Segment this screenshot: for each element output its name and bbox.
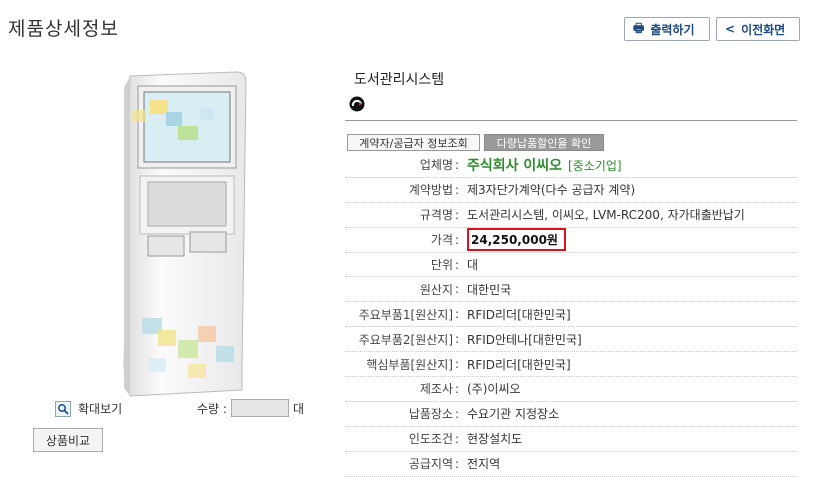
- chevron-left-icon: <: [725, 22, 736, 36]
- detail-row-delivery-place: 납품장소 : 수요기관 지정장소: [345, 402, 797, 427]
- detail-row-contract-method: 계약방법 : 제3자단가계약(다수 공급자 계약): [345, 178, 797, 203]
- detail-row-company: 업체명 : 주식회사 이씨오 [중소기업]: [345, 153, 797, 178]
- detail-label: 주요부품2[원산지]: [358, 332, 453, 347]
- detail-label: 핵심부품[원산지]: [366, 357, 453, 372]
- detail-value: 도서관리시스템, 이씨오, LVM-RC200, 자가대출반납기: [467, 208, 745, 223]
- detail-value: 전지역: [467, 457, 501, 472]
- detail-value: RFID리더[대한민국]: [467, 307, 571, 322]
- company-name: 주식회사 이씨오: [467, 157, 563, 174]
- divider: [345, 120, 797, 121]
- print-button[interactable]: 🖶 출력하기: [624, 17, 710, 41]
- detail-row-part2: 주요부품2[원산지] : RFID안테나[대한민국]: [345, 327, 797, 353]
- quantity-label: 수량 :: [197, 401, 227, 416]
- detail-value: 제3자단가계약(다수 공급자 계약): [467, 183, 636, 198]
- detail-row-supply-region: 공급지역 : 전지역: [345, 452, 797, 477]
- detail-row-core-part: 핵심부품[원산지] : RFID리더[대한민국]: [345, 352, 797, 378]
- detail-value: 대: [467, 258, 479, 272]
- detail-value: RFID안테나[대한민국]: [467, 332, 582, 347]
- detail-label: 납품장소: [408, 407, 453, 422]
- quantity-group: 수량 : 대: [197, 399, 304, 417]
- detail-separator: :: [455, 182, 460, 197]
- quantity-unit: 대: [292, 401, 304, 416]
- print-button-label: 출력하기: [650, 22, 695, 37]
- detail-label: 가격: [430, 233, 453, 248]
- contractor-info-button[interactable]: 계약자/공급자 정보조회: [347, 134, 480, 151]
- detail-value: RFID리더[대한민국]: [467, 357, 571, 372]
- detail-label: 원산지: [419, 282, 453, 297]
- detail-separator: :: [455, 431, 460, 446]
- product-image: [123, 71, 247, 397]
- detail-value: 수요기관 지정장소: [467, 407, 560, 422]
- detail-label: 공급지역: [408, 457, 453, 472]
- detail-separator: :: [455, 332, 460, 347]
- detail-label: 인도조건: [408, 432, 453, 447]
- company-type-tag: [중소기업]: [568, 158, 622, 173]
- detail-label: 제조사: [419, 382, 453, 397]
- page-title: 제품상세정보: [8, 18, 119, 40]
- detail-separator: :: [455, 357, 460, 372]
- detail-value: 대한민국: [467, 282, 512, 297]
- detail-separator: :: [455, 406, 460, 421]
- detail-label: 계약방법: [408, 183, 453, 198]
- detail-row-spec: 규격명 : 도서관리시스템, 이씨오, LVM-RC200, 자가대출반납기: [345, 203, 797, 228]
- detail-separator: :: [455, 381, 460, 396]
- detail-row-price: 가격 : 24,250,000원: [345, 228, 797, 253]
- back-button-label: 이전화면: [741, 22, 786, 37]
- detail-separator: :: [455, 207, 460, 222]
- detail-separator: :: [455, 456, 460, 471]
- detail-row-delivery-cond: 인도조건 : 현장설치도: [345, 427, 797, 452]
- detail-label: 주요부품1[원산지]: [358, 307, 453, 322]
- detail-label: 규격명: [419, 208, 453, 223]
- detail-separator: :: [455, 282, 460, 297]
- detail-row-maker: 제조사 : (주)이씨오: [345, 377, 797, 402]
- zoom-label: 확대보기: [78, 402, 123, 416]
- detail-value: 현장설치도: [467, 432, 523, 447]
- detail-label: 업체명: [419, 158, 453, 173]
- detail-label: 단위: [430, 258, 453, 272]
- company-logo-icon: [349, 96, 365, 112]
- detail-row-origin: 원산지 : 대한민국: [345, 277, 797, 303]
- detail-row-unit: 단위 : 대: [345, 253, 797, 278]
- printer-icon: 🖶: [633, 20, 645, 35]
- zoom-button[interactable]: 확대보기: [55, 400, 122, 417]
- price-value: 24,250,000원: [467, 228, 566, 252]
- product-name: 도서관리시스템: [354, 72, 445, 88]
- detail-separator: :: [455, 232, 460, 247]
- quantity-input[interactable]: [230, 399, 289, 417]
- detail-value: (주)이씨오: [467, 382, 521, 397]
- detail-separator: :: [455, 157, 460, 172]
- detail-table: 업체명 : 주식회사 이씨오 [중소기업] 계약방법 : 제3자단가계약(다수 공…: [345, 153, 797, 477]
- compare-button[interactable]: 상품비교: [33, 428, 103, 452]
- back-button[interactable]: < 이전화면: [716, 17, 800, 41]
- magnifier-icon: [55, 400, 71, 417]
- discount-check-button[interactable]: 다량납품할인율 확인: [484, 134, 604, 151]
- detail-separator: :: [455, 257, 460, 272]
- detail-separator: :: [455, 307, 460, 322]
- detail-row-part1: 주요부품1[원산지] : RFID리더[대한민국]: [345, 302, 797, 328]
